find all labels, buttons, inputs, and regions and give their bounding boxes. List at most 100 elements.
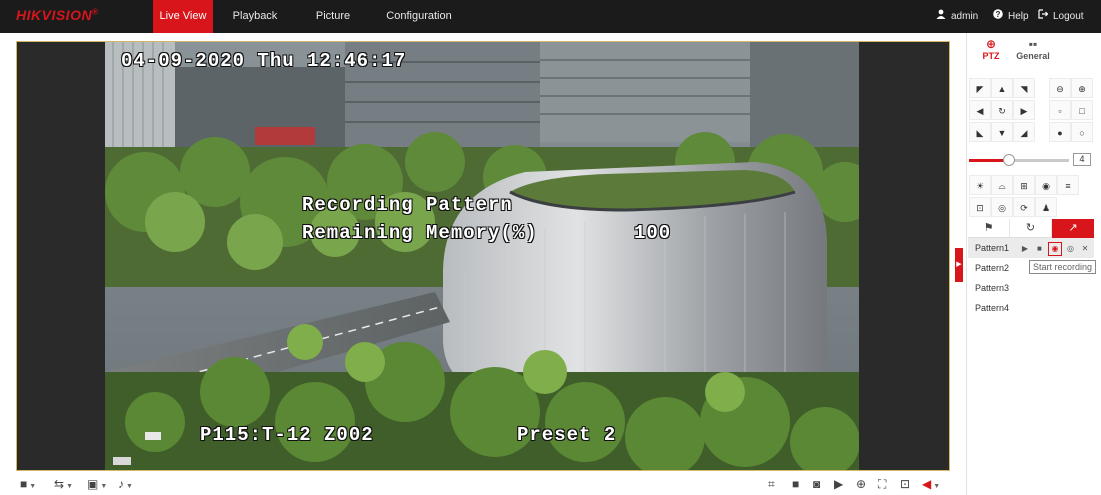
help-label: Help (1008, 11, 1029, 22)
live-video-window[interactable]: 04-09-2020 Thu 12:46:17 Recording Patter… (16, 41, 950, 471)
panel-collapse-handle[interactable]: ▶ (955, 248, 963, 282)
ptz-icon: ⊕ (985, 37, 997, 51)
delete-pattern-icon[interactable]: ✕ (1079, 239, 1091, 259)
stream-type-button[interactable]: ⇆ ▼ (54, 476, 73, 492)
logout-link[interactable]: Logout (1038, 0, 1084, 33)
light-button[interactable]: ☀ (969, 175, 991, 195)
window-split-button[interactable]: ■ ▼ (20, 476, 36, 492)
pattern-label: Pattern4 (975, 303, 1010, 313)
plugin-icon: ▣ (87, 477, 99, 491)
stop-pattern-icon[interactable]: ■ (1033, 239, 1045, 259)
stop-button[interactable]: ■ (792, 476, 799, 492)
focus-near-button[interactable]: ▫ (1049, 100, 1071, 120)
one-touch-button[interactable]: ⟳ (1013, 197, 1035, 217)
plugin-button[interactable]: ▣ ▼ (87, 476, 107, 492)
rotate-icon: ↻ (998, 106, 1006, 116)
arrow-up-icon: ▲ (997, 84, 1007, 94)
start-recording-icon[interactable]: ◉ (1047, 242, 1062, 256)
zoom-button[interactable]: ⊕ (856, 476, 866, 492)
slider-thumb[interactable] (1003, 154, 1015, 166)
arrow-down-left-icon: ◣ (976, 128, 984, 138)
pan-left-button[interactable]: ◀ (969, 100, 991, 120)
wiper-button[interactable]: ⌓ (991, 175, 1013, 195)
tab-pattern[interactable]: ↗ (1052, 219, 1094, 238)
tab-patrol[interactable]: ↻ (1010, 219, 1052, 238)
pan-down-button[interactable]: ▼ (991, 122, 1013, 142)
menu-button[interactable]: ≡ (1057, 175, 1079, 195)
ptz-sub-tabs: ⚑ ↻ ↗ (968, 219, 1094, 238)
tab-ptz[interactable]: ⊕ PTZ (977, 37, 1005, 67)
microphone-icon: ♪ (118, 477, 124, 491)
user-icon (936, 0, 946, 33)
chevron-down-icon: ▼ (66, 483, 73, 490)
arrow-right-icon: ▶ (1020, 106, 1028, 116)
iris-close-icon: ● (1057, 128, 1063, 138)
pattern-icon: ↗ (1068, 222, 1078, 234)
pattern-item-3[interactable]: Pattern3 (968, 278, 1094, 298)
pan-up-right-button[interactable]: ◥ (1013, 78, 1035, 98)
manual-tracking-button[interactable]: ♟ (1035, 197, 1057, 217)
arrow-left-icon: ◀ (976, 106, 984, 116)
zoom-out-icon: ⊖ (1056, 84, 1064, 94)
pan-right-button[interactable]: ▶ (1013, 100, 1035, 120)
chevron-right-icon: ▶ (956, 261, 962, 268)
tab-configuration[interactable]: Configuration (386, 0, 452, 33)
logout-icon (1038, 0, 1049, 33)
zoom-out-button[interactable]: ⊖ (1049, 78, 1071, 98)
user-menu[interactable]: admin (936, 0, 978, 33)
osd-preset: Preset 2 (517, 424, 617, 446)
audio-talk-button[interactable]: ♪ ▼ (118, 476, 133, 492)
pan-up-left-button[interactable]: ◤ (969, 78, 991, 98)
username: admin (951, 11, 979, 22)
logo-registered-mark: ® (92, 7, 99, 17)
auxiliary-focus-button[interactable]: ⊞ (1013, 175, 1035, 195)
camera-feed[interactable] (105, 42, 859, 470)
help-link[interactable]: ? Help (993, 0, 1029, 33)
tab-playback[interactable]: Playback (230, 0, 280, 33)
fullscreen-button[interactable]: ⛶ (878, 476, 886, 492)
arrow-down-icon: ▼ (997, 128, 1007, 138)
chevron-down-icon: ▼ (29, 483, 37, 490)
pattern-item-1[interactable]: Pattern1 ▶ ■ ◉ ◎ ✕ (968, 238, 1094, 258)
aux-focus-icon: ⊞ (1020, 181, 1028, 191)
auto-pan-button[interactable]: ↻ (991, 100, 1013, 120)
osd-datetime: 04-09-2020 Thu 12:46:17 (121, 50, 407, 72)
volume-button[interactable]: ◀ ▼ (922, 476, 940, 492)
crop-icon: ⌗ (768, 477, 775, 491)
logout-label: Logout (1053, 11, 1084, 22)
record-button[interactable]: ▶ (834, 476, 843, 492)
wiper-icon: ⌓ (998, 181, 1006, 191)
region-exposure-button[interactable]: ◎ (991, 197, 1013, 217)
iris-open-button[interactable]: ○ (1071, 122, 1093, 142)
pattern-item-4[interactable]: Pattern4 (968, 298, 1094, 318)
window-split-icon: ■ (20, 477, 28, 491)
arrow-up-right-icon: ◥ (1020, 84, 1028, 94)
zoom-icon: ⊕ (856, 477, 867, 491)
stop-recording-icon[interactable]: ◎ (1064, 239, 1076, 259)
focus-far-button[interactable]: □ (1071, 100, 1093, 120)
pan-down-right-button[interactable]: ◢ (1013, 122, 1035, 142)
pattern-actions: ▶ ■ ◉ ◎ ✕ (1019, 238, 1091, 258)
top-navigation-bar: HIKVISION® Live View Playback Picture Co… (0, 0, 1101, 33)
play-pattern-icon[interactable]: ▶ (1019, 239, 1031, 259)
focus-near-icon: ▫ (1058, 106, 1062, 116)
lens-init-button[interactable]: ◉ (1035, 175, 1057, 195)
zoom-in-button[interactable]: ⊕ (1071, 78, 1093, 98)
tab-general[interactable]: ▪▪ General (1013, 37, 1053, 67)
ptz-speed-slider[interactable] (969, 154, 1069, 166)
tab-ptz-label: PTZ (982, 51, 1000, 61)
video-toolbar: ■ ▼ ⇆ ▼ ▣ ▼ ♪ ▼ ⌗ ■ ◙ ▶ ⊕ ⛶ ⊡ ◀ ▼ (16, 474, 950, 494)
focus-button[interactable]: ⊡ (900, 476, 910, 492)
pan-down-left-button[interactable]: ◣ (969, 122, 991, 142)
menu-icon: ≡ (1065, 181, 1071, 191)
region-focus-button[interactable]: ⊡ (969, 197, 991, 217)
tab-preset[interactable]: ⚑ (968, 219, 1010, 238)
chevron-down-icon: ▼ (100, 483, 108, 490)
capture-button[interactable]: ◙ (813, 476, 820, 492)
tab-picture[interactable]: Picture (313, 0, 353, 33)
pan-up-button[interactable]: ▲ (991, 78, 1013, 98)
iris-close-button[interactable]: ● (1049, 122, 1071, 142)
crop-button[interactable]: ⌗ (768, 476, 775, 492)
one-touch-icon: ⟳ (1020, 203, 1028, 213)
tab-live-view[interactable]: Live View (153, 0, 213, 33)
